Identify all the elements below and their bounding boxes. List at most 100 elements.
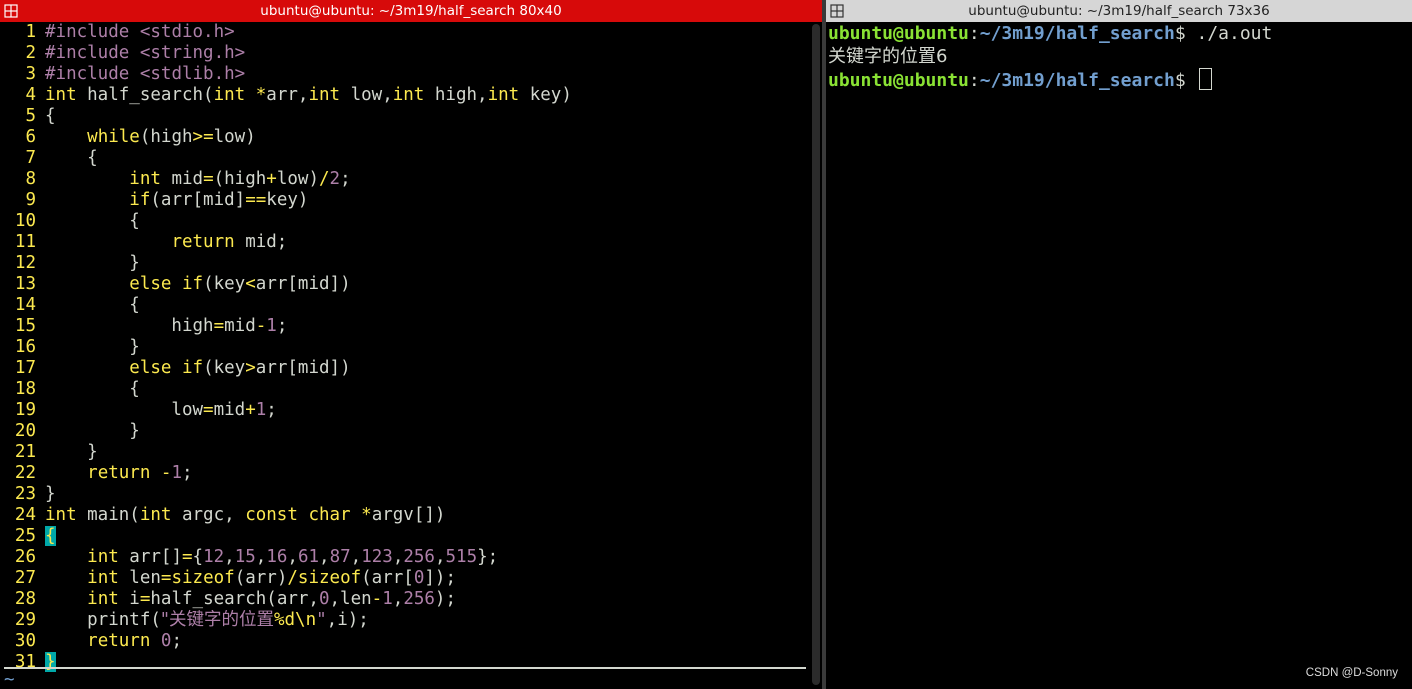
code-token: mid: [224, 316, 256, 336]
code-token: -: [160, 463, 172, 483]
prompt-dollar: $: [1174, 70, 1197, 91]
code-token: arr,: [266, 85, 309, 105]
code-text: }: [45, 337, 140, 357]
code-token: =: [160, 568, 172, 588]
code-token: char: [308, 505, 351, 525]
code-token: i: [118, 589, 140, 609]
right-window-titlebar[interactable]: ubuntu@ubuntu: ~/3m19/half_search 73x36: [826, 0, 1412, 22]
line-number: 28: [14, 589, 36, 609]
code-token: 515: [445, 547, 478, 567]
terminal-output[interactable]: ubuntu@ubuntu:~/3m19/half_search$ ./a.ou…: [828, 22, 1412, 689]
code-text: int mid=(high+low)/2;: [45, 169, 351, 189]
code-token: if: [182, 274, 204, 294]
code-token: return: [87, 463, 151, 483]
code-token: #include: [45, 22, 130, 42]
code-token: high: [45, 316, 214, 336]
left-window-title: ubuntu@ubuntu: ~/3m19/half_search 80x40: [260, 3, 562, 19]
code-text: return 0;: [45, 631, 182, 651]
code-token: ;: [182, 463, 193, 483]
line-number: 30: [14, 631, 36, 651]
code-text: if(arr[mid]==key): [45, 190, 308, 210]
terminal-split-icon[interactable]: [4, 4, 18, 18]
code-token: /: [319, 169, 330, 189]
prompt-user: ubuntu@ubuntu: [828, 23, 969, 44]
code-token: <stdio.h>: [139, 22, 235, 42]
code-token: 12: [203, 547, 225, 567]
code-token: };: [477, 547, 499, 567]
code-token: (high: [213, 169, 267, 189]
code-text: {: [45, 295, 140, 315]
code-token: half_search(: [76, 85, 214, 105]
code-text: {: [45, 148, 98, 168]
right-terminal-window[interactable]: ubuntu@ubuntu: ~/3m19/half_search 73x36 …: [826, 0, 1412, 689]
code-token: ,i);: [326, 610, 369, 630]
watermark: CSDN @D-Sonny: [1305, 667, 1398, 679]
code-token: int: [87, 547, 119, 567]
terminal-split-icon[interactable]: [830, 4, 844, 18]
code-token: arr[]: [118, 547, 182, 567]
code-token: argc,: [171, 505, 246, 525]
code-token: mid;: [234, 232, 288, 252]
code-text: int len=sizeof(arr)/sizeof(arr[0]);: [45, 568, 456, 588]
code-token: +: [266, 169, 277, 189]
line-number: 12: [14, 253, 36, 273]
line-number: 22: [14, 463, 36, 483]
code-token: <string.h>: [139, 43, 246, 63]
line-number: 24: [14, 505, 36, 525]
code-token: return: [171, 232, 235, 252]
code-token: 1: [382, 589, 393, 609]
code-token: <stdlib.h>: [139, 64, 246, 84]
code-token: 256: [403, 547, 435, 567]
line-number: 7: [25, 148, 36, 168]
prompt-path: ~/3m19/half_search: [979, 70, 1175, 91]
code-token: *: [361, 505, 372, 525]
code-token: (key: [203, 274, 246, 294]
prompt-path: ~/3m19/half_search: [979, 23, 1175, 44]
left-scrollbar[interactable]: [812, 24, 820, 685]
code-token: *: [255, 85, 267, 105]
code-token: }: [45, 484, 56, 504]
code-token: 87: [329, 547, 351, 567]
code-line: 10 {: [0, 211, 140, 232]
code-token: =: [203, 169, 214, 189]
code-token: else: [129, 358, 172, 378]
code-text: int main(int argc, const char *argv[]): [45, 505, 445, 525]
code-token: 0: [413, 568, 425, 588]
code-token: ,: [319, 547, 330, 567]
code-line: 3 #include <stdlib.h>: [0, 64, 245, 85]
code-text: while(high>=low): [45, 127, 256, 147]
code-line: 22 return -1;: [0, 463, 193, 484]
code-line: 5{: [0, 106, 55, 127]
code-line: 4 int half_search(int *arr,int low,int hi…: [0, 85, 571, 106]
prompt-user: ubuntu@ubuntu: [828, 70, 969, 91]
code-token: }: [45, 253, 140, 273]
code-token: ;: [340, 169, 351, 189]
terminal-prompt-line[interactable]: ubuntu@ubuntu:~/3m19/half_search$: [828, 68, 1412, 91]
left-terminal-window[interactable]: ubuntu@ubuntu: ~/3m19/half_search 80x40 …: [0, 0, 822, 689]
code-token: int: [87, 589, 119, 609]
code-text: int arr[]={12,15,16,61,87,123,256,515};: [45, 547, 498, 567]
vim-editor[interactable]: 1 #include <stdio.h> 2 #include <string.h> 3…: [0, 22, 807, 689]
code-token: {: [45, 295, 140, 315]
prompt-separator: :: [968, 23, 980, 44]
code-token: 2: [329, 169, 341, 189]
line-number: 25: [14, 526, 36, 546]
left-window-titlebar[interactable]: ubuntu@ubuntu: ~/3m19/half_search 80x40: [0, 0, 822, 22]
line-number: 27: [14, 568, 36, 588]
code-line: 17 else if(key>arr[mid]): [0, 358, 351, 379]
code-token: 1: [171, 463, 183, 483]
code-token: =: [139, 589, 151, 609]
code-token: low,: [340, 85, 393, 105]
code-token: ;: [171, 631, 183, 651]
code-token: (arr[: [361, 568, 414, 588]
code-token: ;: [266, 400, 277, 420]
code-line: 15 high=mid-1;: [0, 316, 287, 337]
line-number: 2: [25, 43, 36, 63]
